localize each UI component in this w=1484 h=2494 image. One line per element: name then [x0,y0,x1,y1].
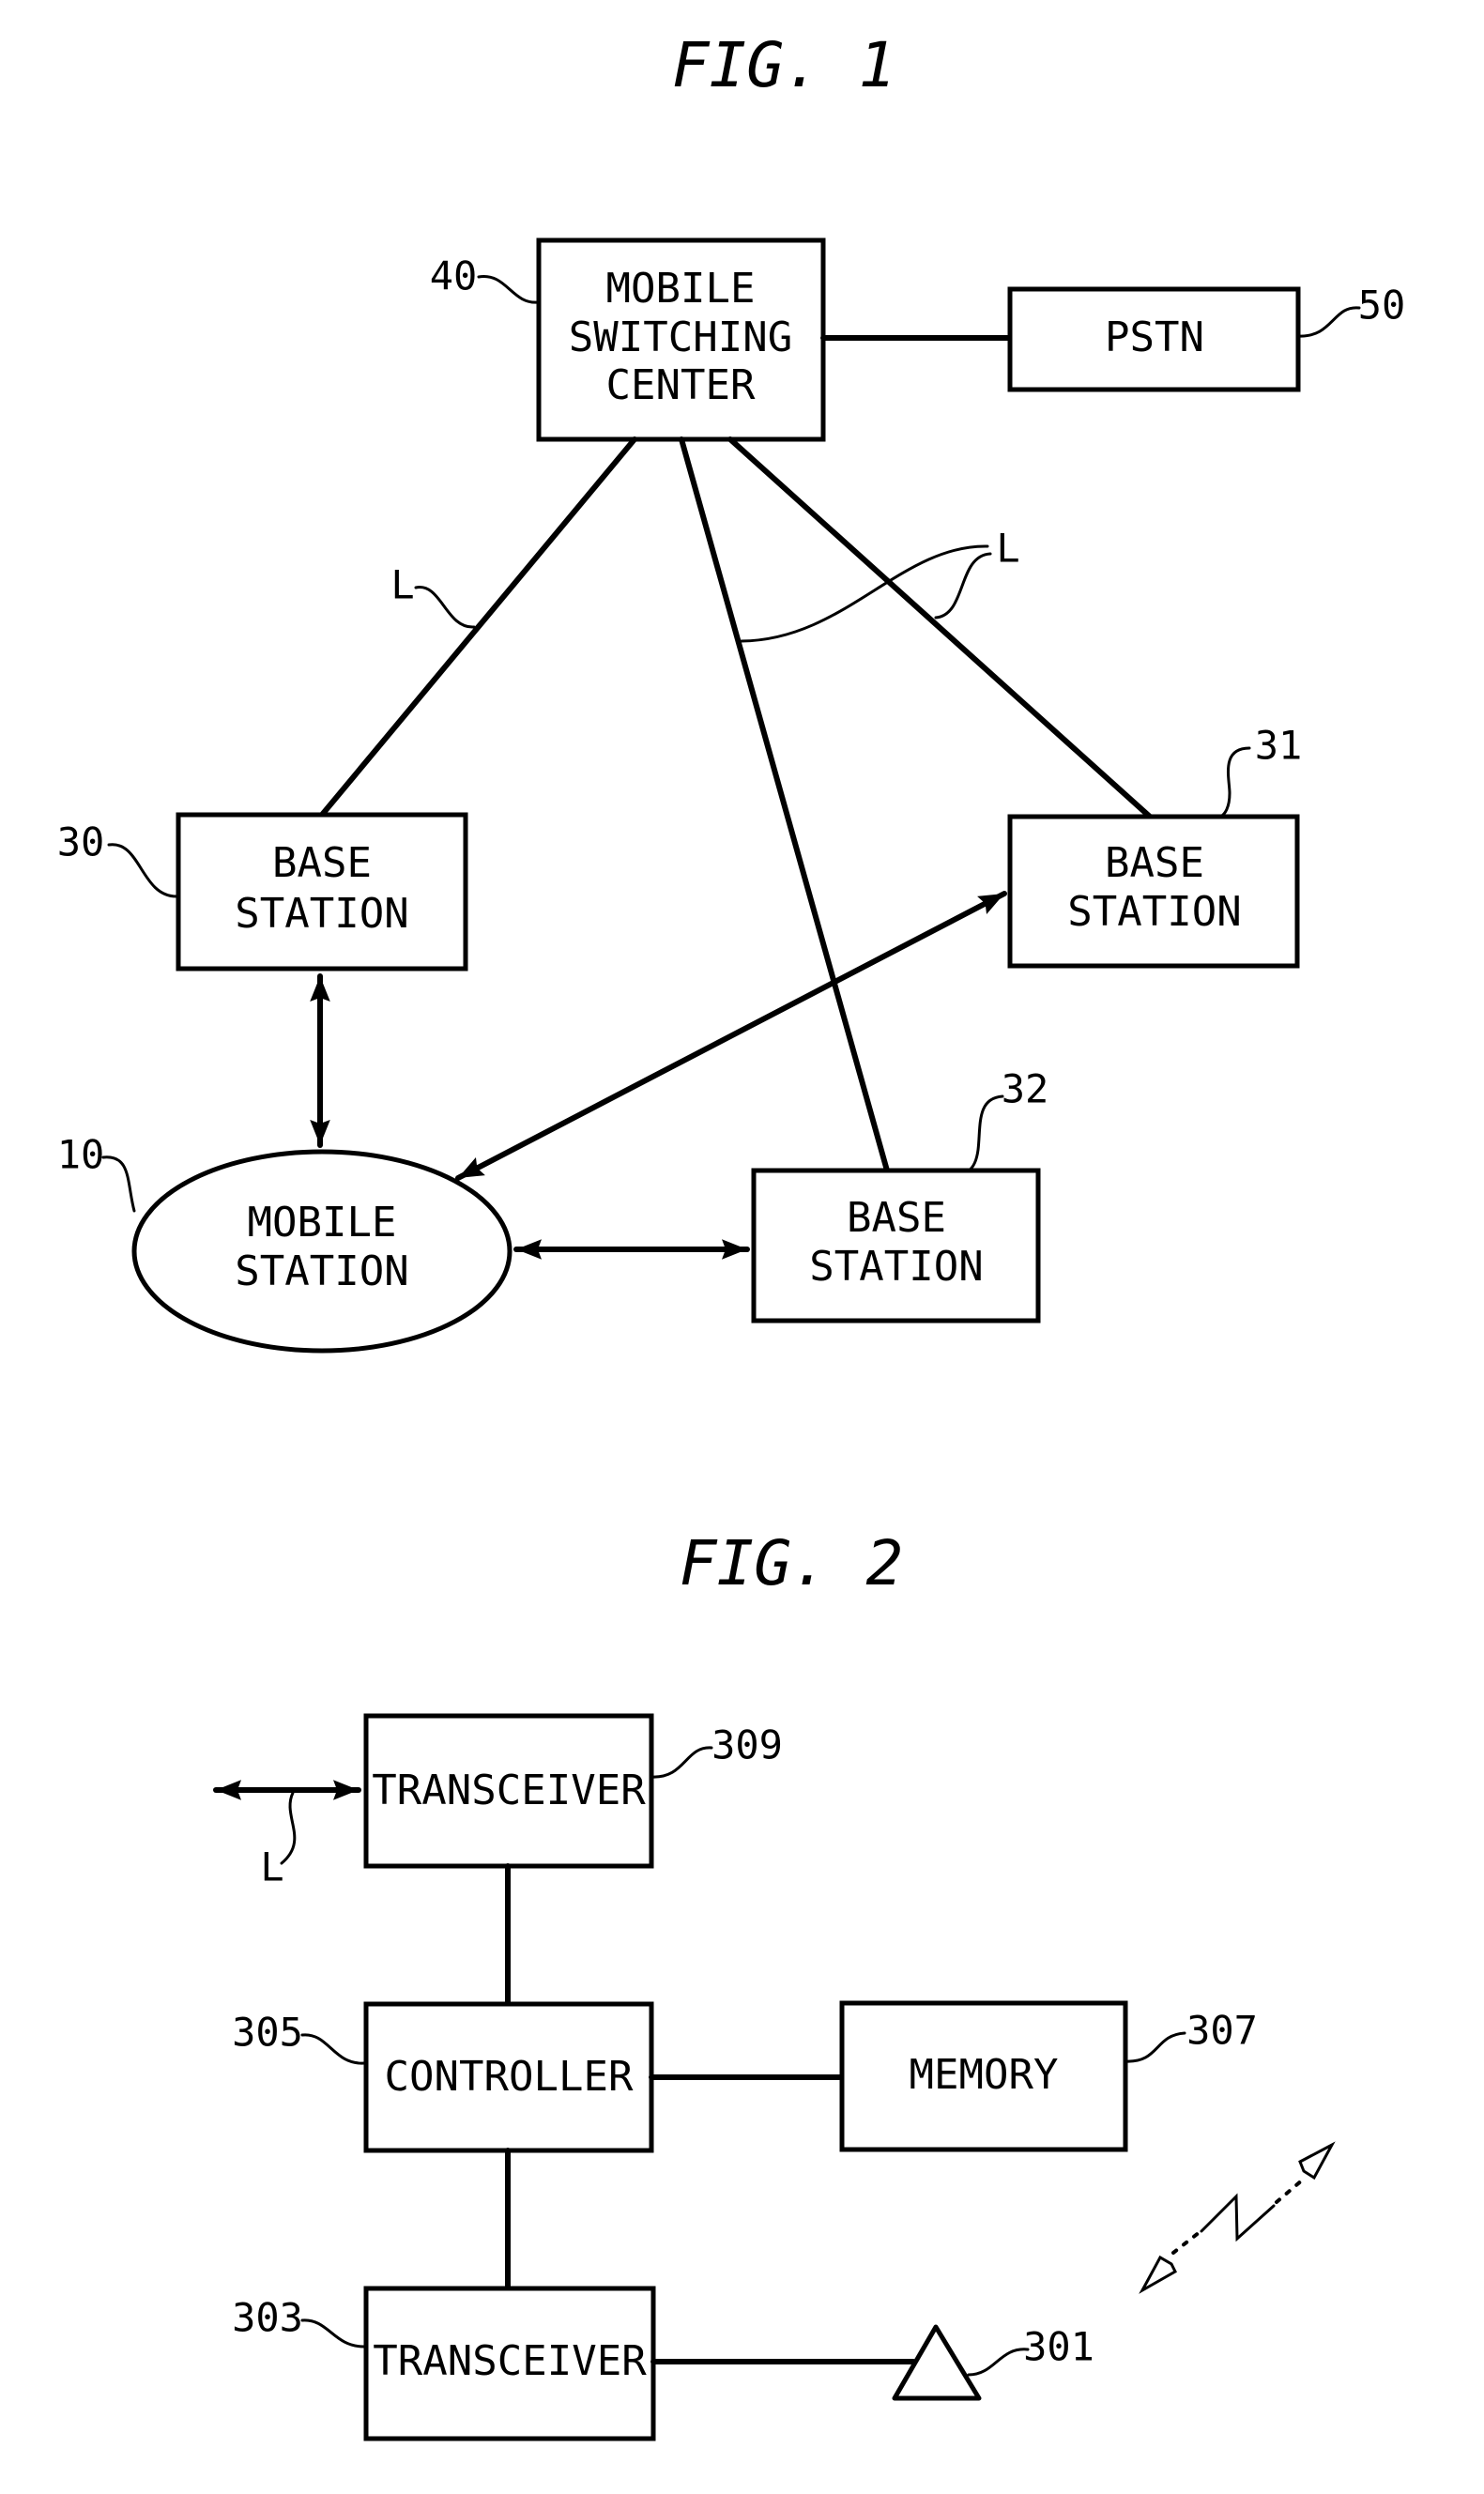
patent-drawing-sheet: FIG. 1 MOBILE SWITCHING CENTER 40 PSTN 5… [57,29,1406,2441]
ms-label-line-1: MOBILE [248,1199,397,1247]
signal-arrowhead-upper [1298,2141,1336,2180]
memory-ref-number: 307 [1186,2008,1258,2054]
link-msc-bs30 [319,436,637,818]
msc-label-line-2: SWITCHING [569,314,792,361]
bs32-leader-line [967,1094,1004,1172]
memory-leader [1124,2031,1186,2063]
transceiver-303-ref-number: 303 [232,2295,303,2341]
antenna-leader [967,2348,1030,2377]
base-station-32: BASE STATION 32 [751,1066,1049,1324]
link-label-right-leader-b [934,552,992,620]
link-label-left-leader [414,586,476,629]
mobile-switching-center: MOBILE SWITCHING CENTER 40 [430,237,826,442]
msc-label-line-3: CENTER [606,361,756,409]
pstn: PSTN 50 [820,283,1406,392]
figure-2-title: FIG. 2 [680,1527,903,1599]
pstn-leader-line [1296,306,1361,338]
signal-arrowhead-lower [1139,2255,1177,2294]
ms-leader-line [101,1155,136,1213]
external-link-label: L [260,1844,283,1890]
bs32-label-line-1: BASE [847,1194,946,1242]
antenna-301: 301 [892,2324,1094,2401]
bs32-ref-number: 32 [1002,1066,1049,1112]
bs30-label-line-1: BASE [272,839,372,887]
controller-ref-number: 305 [232,2010,303,2056]
msc-leader-line [477,275,541,304]
radio-link-ms-bs31 [455,891,1007,1181]
ms-ref-number: 10 [57,1132,105,1178]
transceiver-309-ref-number: 309 [711,1722,783,1768]
base-station-31: BASE STATION 31 [1007,723,1303,969]
transceiver-309-label: TRANSCEIVER [372,1767,646,1814]
antenna-ref-number: 301 [1023,2324,1094,2370]
transceiver-303-label: TRANSCEIVER [373,2337,647,2385]
bs30-leader-line [107,843,178,898]
bs31-label-line-1: BASE [1105,839,1204,887]
bs30-label-line-2: STATION [235,890,408,938]
link-label-left: L [390,562,414,608]
link-msc-bs31 [727,436,1153,819]
bs32-label-line-2: STATION [809,1243,983,1291]
controller-leader [300,2033,366,2065]
mobile-station: MOBILE STATION 10 [57,1132,513,1354]
wireless-signal-icon [1139,2141,1336,2294]
bs31-leader-line [1218,746,1251,819]
link-label-right: L [996,526,1019,572]
msc-ref-number: 40 [430,253,478,299]
pstn-label: PSTN [1105,314,1204,361]
bs31-label-line-2: STATION [1067,888,1241,936]
transceiver-303-leader [300,2318,366,2349]
figure-2: FIG. 2 L TRANSCEIVER 309 CONTROLLER 305 … [213,1527,1336,2441]
memory-label: MEMORY [910,2051,1059,2099]
controller-305: CONTROLLER 305 [232,2001,654,2153]
transceiver-309: L TRANSCEIVER 309 [213,1713,783,1890]
bs30-ref-number: 30 [57,819,105,865]
figure-1-title: FIG. 1 [672,29,895,101]
figure-1: FIG. 1 MOBILE SWITCHING CENTER 40 PSTN 5… [57,29,1406,1354]
base-station-30: BASE STATION 30 [57,812,468,972]
pstn-ref-number: 50 [1358,283,1406,329]
memory-307: MEMORY 307 [839,2000,1258,2152]
controller-label: CONTROLLER [385,2053,634,2101]
ms-label-line-2: STATION [235,1247,408,1295]
transceiver-303: TRANSCEIVER 303 [232,2286,656,2441]
bs31-ref-number: 31 [1255,723,1303,769]
transceiver-309-leader [650,1746,713,1779]
msc-label-line-1: MOBILE [606,265,756,313]
